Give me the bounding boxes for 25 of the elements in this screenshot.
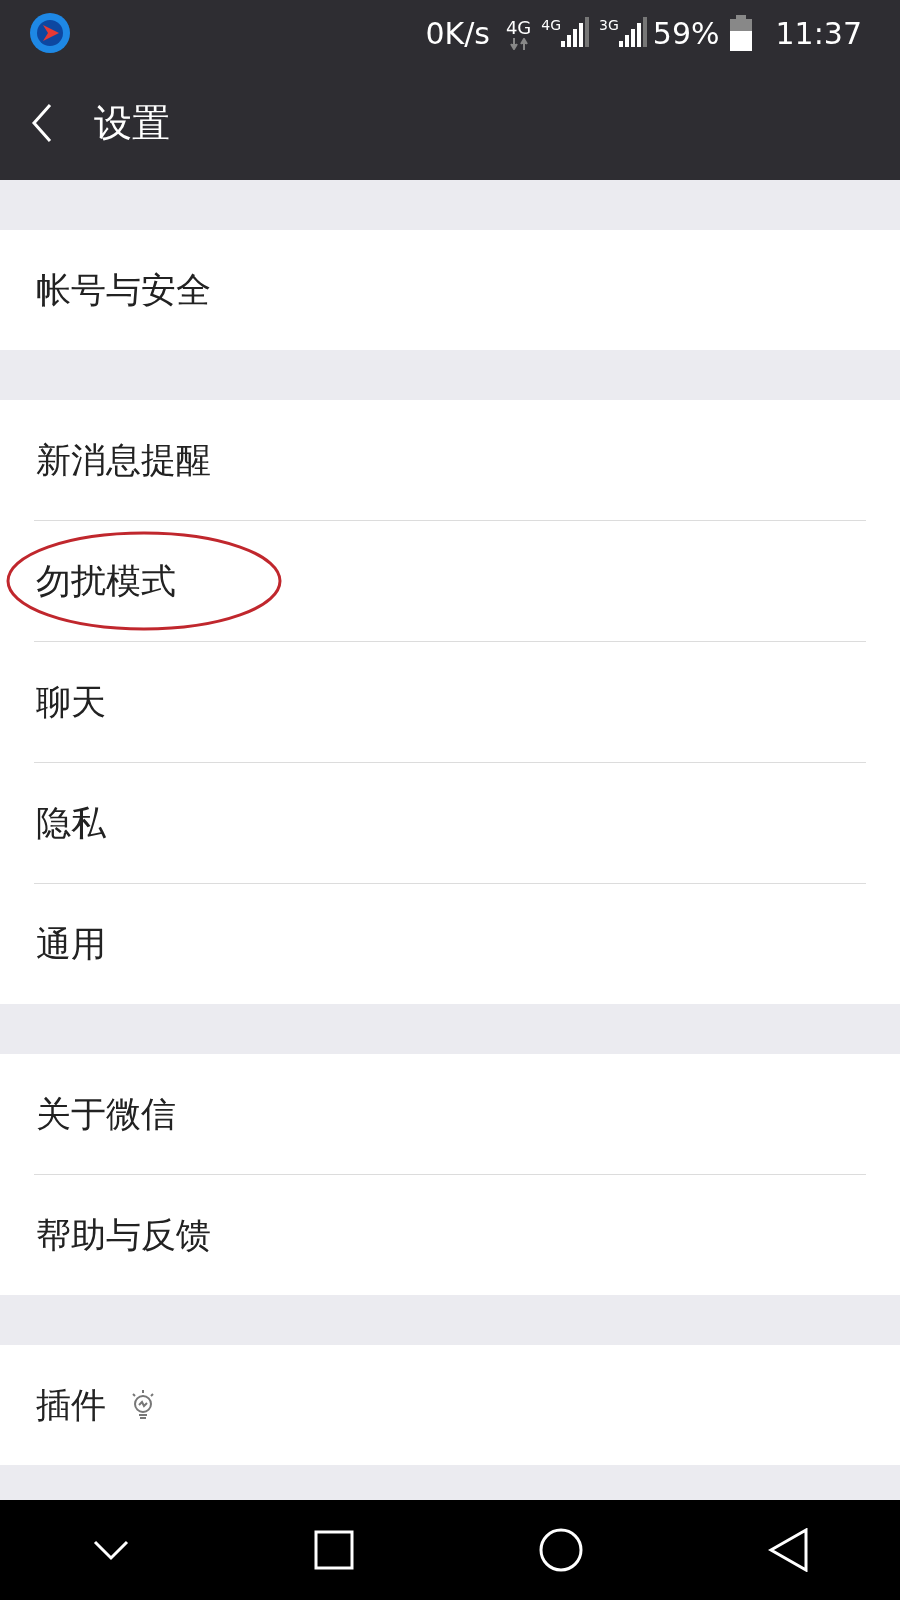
network-type: 4G bbox=[541, 17, 562, 33]
settings-item[interactable]: 通用 bbox=[36, 920, 106, 968]
settings-item[interactable]: 新消息提醒 bbox=[36, 436, 211, 484]
battery-icon bbox=[727, 15, 754, 51]
home-icon[interactable] bbox=[538, 1528, 583, 1572]
page-title: 设置 bbox=[94, 99, 170, 147]
battery-percent: 59% bbox=[652, 15, 720, 51]
signal-icon bbox=[618, 17, 647, 49]
settings-item[interactable]: 帐号与安全 bbox=[36, 266, 211, 314]
settings-item[interactable]: 隐私 bbox=[36, 799, 106, 847]
settings-item[interactable]: 插件 bbox=[36, 1381, 106, 1429]
settings-item[interactable]: 帮助与反馈 bbox=[36, 1211, 211, 1259]
collapse-icon[interactable] bbox=[92, 1539, 129, 1561]
network-speed: 0K/s bbox=[425, 15, 490, 51]
network-type: 4G bbox=[505, 16, 532, 38]
settings-item[interactable]: 聊天 bbox=[36, 678, 106, 726]
back-nav-icon[interactable] bbox=[767, 1528, 808, 1572]
settings-item[interactable]: 关于微信 bbox=[36, 1090, 176, 1138]
clock-time: 11:37 bbox=[775, 15, 862, 51]
back-icon[interactable] bbox=[30, 103, 54, 143]
data-arrows-icon bbox=[509, 37, 528, 50]
app-logo-icon bbox=[28, 11, 72, 55]
network-type: 3G bbox=[599, 17, 619, 33]
recents-icon[interactable] bbox=[313, 1530, 354, 1570]
signal-icon bbox=[561, 17, 590, 49]
